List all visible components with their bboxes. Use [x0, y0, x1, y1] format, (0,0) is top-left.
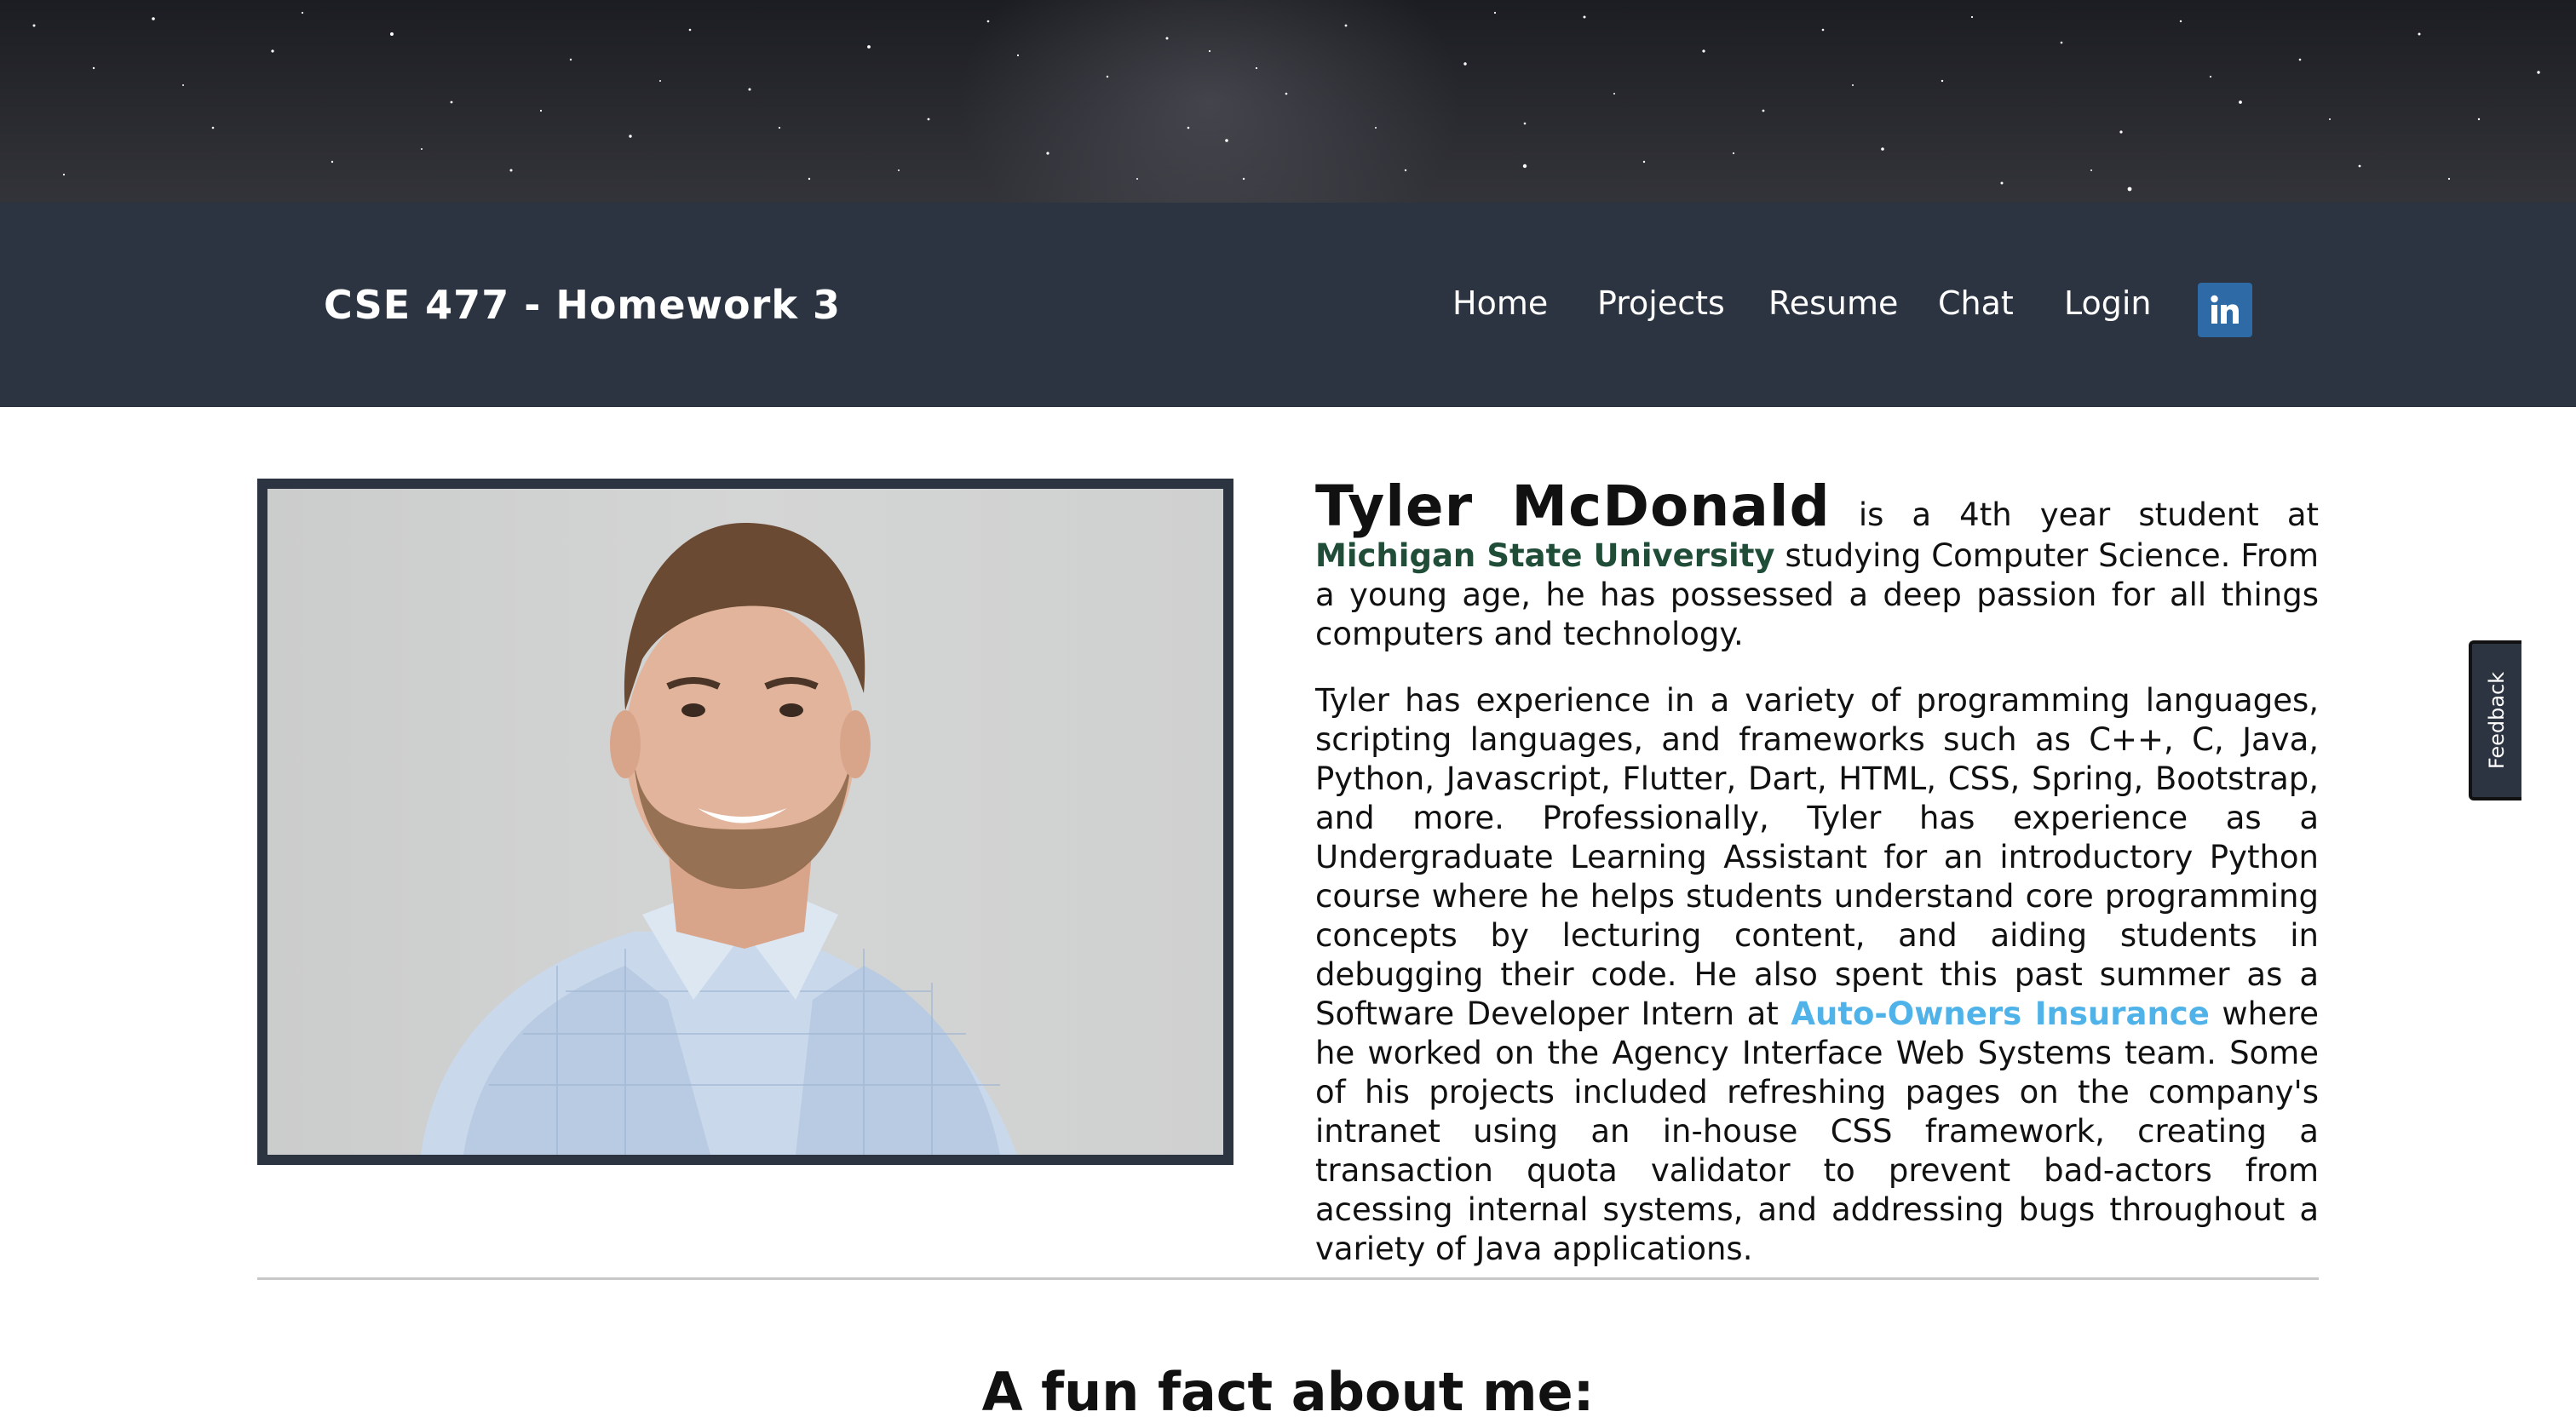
portrait-illustration — [421, 523, 1017, 1155]
nav-chat[interactable]: Chat — [1938, 284, 2014, 322]
feedback-button[interactable]: Feedback — [2469, 640, 2521, 800]
feedback-label: Feedback — [2485, 671, 2510, 770]
profile-photo — [267, 489, 1223, 1155]
nav-resume[interactable]: Resume — [1768, 284, 1898, 322]
nav-projects[interactable]: Projects — [1597, 284, 1725, 322]
nav-home[interactable]: Home — [1452, 284, 1548, 322]
linkedin-glyph — [2211, 295, 2239, 324]
site-brand[interactable]: CSE 477 - Homework 3 — [324, 282, 841, 328]
stars-background — [32, 11, 2540, 192]
experience-before: Tyler has experience in a variety of pro… — [1315, 682, 2319, 1032]
intro-before: is a 4th year student at — [1858, 496, 2319, 533]
starry-banner — [0, 0, 2576, 203]
fun-fact-heading: A fun fact about me: — [981, 1361, 1595, 1423]
university-link[interactable]: Michigan State University — [1315, 537, 1775, 574]
person-name: Tyler McDonald — [1315, 473, 1831, 539]
bio-section: Tyler McDonald is a 4th year student at … — [1315, 477, 2319, 1296]
section-divider — [257, 1277, 2319, 1280]
bio-intro: Tyler McDonald is a 4th year student at … — [1315, 477, 2319, 654]
linkedin-icon[interactable] — [2198, 283, 2252, 337]
company-link[interactable]: Auto-Owners Insurance — [1791, 996, 2209, 1032]
bio-experience: Tyler has experience in a variety of pro… — [1315, 681, 2319, 1269]
experience-after: where he worked on the Agency Interface … — [1315, 996, 2319, 1267]
nav-login[interactable]: Login — [2064, 284, 2152, 322]
profile-photo-frame — [257, 479, 1233, 1165]
navbar: CSE 477 - Homework 3 Home Projects Resum… — [0, 203, 2576, 407]
